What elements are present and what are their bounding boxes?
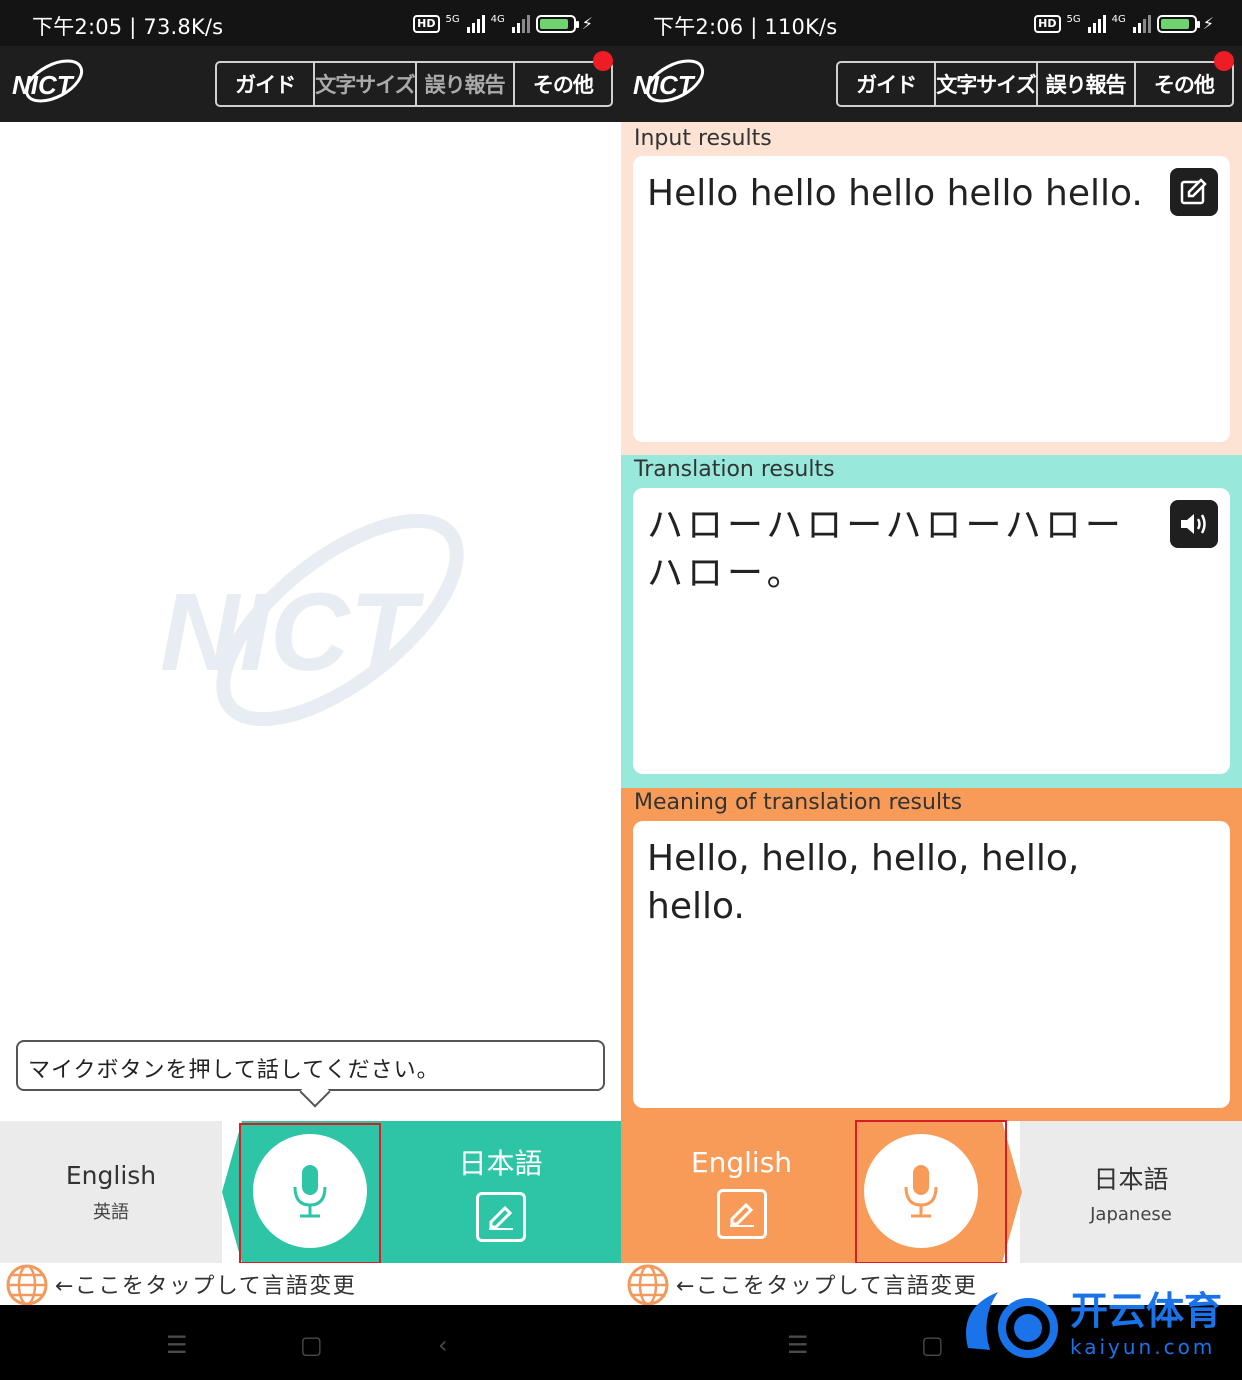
meaning-results-title: Meaning of translation results: [634, 790, 963, 815]
guide-button[interactable]: ガイド: [838, 63, 937, 105]
status-bar: 下午2:06 | 110K/s HD 5G 4G ⚡: [621, 0, 1242, 46]
signal-icon: [466, 14, 485, 33]
network-label-4g: 4G: [1111, 14, 1126, 25]
left-screen: 下午2:05 | 73.8K/s HD 5G 4G ⚡ NICT ガイド 文字サ…: [0, 0, 621, 1305]
speak-hint-bubble: マイクボタンを押して話してください。: [16, 1040, 605, 1091]
translation-results-card: ハローハローハローハローハロー。: [633, 488, 1230, 774]
meaning-results-card: Hello, hello, hello, hello, hello.: [633, 821, 1230, 1108]
logo-text: NICT: [12, 70, 75, 100]
app-header: NICT ガイド 文字サイズ 誤り報告 その他: [621, 46, 1242, 122]
target-language-name: 日本語: [1093, 1164, 1169, 1194]
svg-text:NICT: NICT: [160, 571, 424, 694]
target-language-button[interactable]: 日本語: [380, 1121, 621, 1263]
status-icons: HD 5G 4G ⚡: [413, 14, 593, 33]
language-bar: English 日本語 Japanese: [621, 1120, 1242, 1264]
notification-dot: [1213, 51, 1234, 71]
target-language-sub: Japanese: [1090, 1203, 1172, 1225]
network-label-5g: 5G: [1066, 14, 1081, 25]
play-audio-button[interactable]: [1170, 500, 1218, 548]
status-bar: 下午2:05 | 73.8K/s HD 5G 4G ⚡: [0, 0, 621, 46]
edit-icon[interactable]: [716, 1188, 767, 1239]
edit-icon: [1180, 178, 1207, 205]
battery-icon: [535, 14, 579, 33]
kaiyun-watermark: 开云体育 kaiyun.com: [966, 1289, 1222, 1359]
hd-icon: HD: [1034, 14, 1061, 33]
charging-icon: ⚡: [581, 14, 593, 33]
language-bar: English 英語 日本語: [0, 1121, 621, 1264]
source-language-button[interactable]: English 英語: [0, 1121, 222, 1263]
language-change-hint: ←ここをタップして言語変更: [55, 1274, 357, 1299]
input-results-card: Hello hello hello hello hello.: [633, 156, 1230, 442]
source-language-sub: 英語: [93, 1201, 129, 1223]
home-icon[interactable]: ▢: [921, 1331, 944, 1359]
error-report-button[interactable]: 誤り報告: [1038, 63, 1136, 105]
translation-results-title: Translation results: [634, 457, 835, 482]
meaning-results-section: Meaning of translation results Hello, he…: [621, 788, 1242, 1121]
language-change-bar[interactable]: ←ここをタップして言語変更: [0, 1263, 621, 1305]
hd-icon: HD: [413, 14, 440, 33]
source-language-name: English: [65, 1160, 157, 1190]
watermark-cn: 开云体育: [1070, 1289, 1222, 1333]
globe-icon[interactable]: [626, 1263, 670, 1305]
notification-dot: [592, 51, 613, 71]
input-results-text: Hello hello hello hello hello.: [647, 173, 1143, 214]
font-size-button[interactable]: 文字サイズ: [315, 63, 417, 105]
meaning-results-text: Hello, hello, hello, hello, hello.: [647, 838, 1080, 927]
right-screen: 下午2:06 | 110K/s HD 5G 4G ⚡ NICT ガイド 文字サイ…: [621, 0, 1242, 1305]
logo-text: NICT: [633, 70, 696, 100]
watermark-en: kaiyun.com: [1070, 1335, 1215, 1359]
signal-icon: [1087, 14, 1106, 33]
other-menu-button[interactable]: その他: [1136, 51, 1234, 105]
network-label-5g: 5G: [445, 14, 460, 25]
error-report-button[interactable]: 誤り報告: [417, 63, 515, 105]
other-menu-label: その他: [532, 73, 594, 97]
app-header: NICT ガイド 文字サイズ 誤り報告 その他: [0, 46, 621, 122]
input-results-section: Input results Hello hello hello hello he…: [621, 122, 1242, 455]
status-icons: HD 5G 4G ⚡: [1034, 14, 1214, 33]
top-menu: ガイド 文字サイズ 誤り報告 その他: [836, 51, 1234, 107]
nict-logo[interactable]: NICT: [8, 54, 88, 112]
translation-results-section: Translation results ハローハローハローハローハロー。: [621, 455, 1242, 788]
source-language-button[interactable]: English: [621, 1121, 862, 1263]
status-time: 下午2:06 | 110K/s: [653, 15, 838, 39]
top-menu: ガイド 文字サイズ 誤り報告 その他: [215, 51, 613, 107]
speaker-icon: [1181, 514, 1206, 534]
charging-icon: ⚡: [1202, 14, 1214, 33]
back-icon[interactable]: ‹: [438, 1331, 448, 1359]
menu-icon[interactable]: ☰: [787, 1331, 809, 1359]
other-menu-label: その他: [1153, 73, 1215, 97]
target-language-name: 日本語: [458, 1147, 543, 1180]
signal-icon: [511, 14, 530, 33]
menu-icon[interactable]: ☰: [166, 1331, 188, 1359]
input-results-title: Input results: [634, 126, 772, 151]
guide-button[interactable]: ガイド: [217, 63, 316, 105]
highlight-frame: [239, 1123, 381, 1264]
nict-watermark-logo: NICT: [160, 513, 464, 727]
target-language-button[interactable]: 日本語 Japanese: [1020, 1121, 1242, 1263]
translation-results-text: ハローハローハローハローハロー。: [647, 505, 1125, 594]
edit-input-button[interactable]: [1170, 168, 1218, 216]
globe-icon[interactable]: [5, 1263, 49, 1305]
source-language-name: English: [690, 1145, 793, 1179]
other-menu-button[interactable]: その他: [515, 51, 613, 105]
language-change-hint: ←ここをタップして言語変更: [676, 1274, 978, 1299]
font-size-button[interactable]: 文字サイズ: [936, 63, 1038, 105]
status-time: 下午2:05 | 73.8K/s: [32, 15, 224, 39]
signal-icon: [1132, 14, 1151, 33]
nict-logo[interactable]: NICT: [629, 54, 709, 112]
home-icon[interactable]: ▢: [300, 1331, 323, 1359]
battery-icon: [1156, 14, 1200, 33]
network-label-4g: 4G: [490, 14, 505, 25]
highlight-frame: [855, 1120, 1007, 1264]
edit-icon[interactable]: [475, 1192, 526, 1242]
